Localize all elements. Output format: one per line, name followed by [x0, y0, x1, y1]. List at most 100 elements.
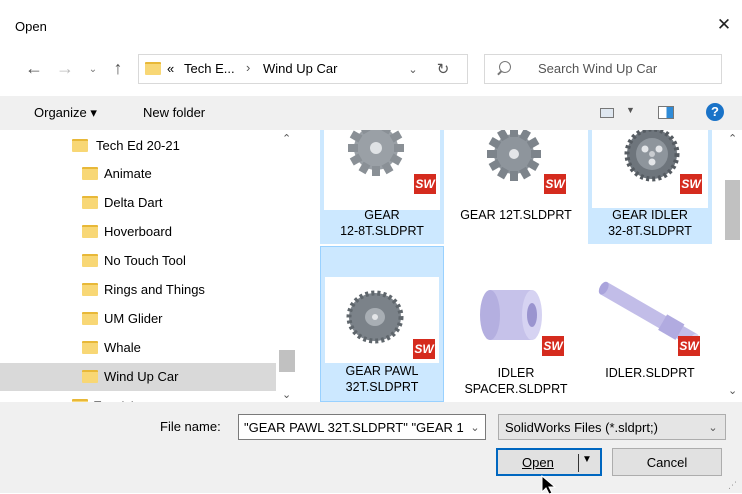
preview-pane-icon[interactable] — [658, 106, 674, 119]
tree-item-label: Animate — [104, 166, 152, 181]
file-name-line1: GEAR PAWL — [345, 364, 419, 378]
dialog-footer: File name: "GEAR PAWL 32T.SLDPRT" "GEAR … — [0, 402, 742, 494]
mouse-cursor-icon — [541, 474, 557, 494]
filename-dropdown-chevron-icon[interactable]: ⌄ — [467, 418, 483, 436]
back-arrow-icon[interactable]: ← — [22, 57, 46, 79]
file-name-line1: GEAR — [364, 208, 400, 222]
filename-label-text: File name: — [160, 419, 221, 434]
folder-icon — [82, 196, 98, 209]
scroll-up-chevron-icon[interactable]: ⌃ — [728, 132, 737, 145]
file-name-line1: IDLER.SLDPRT — [605, 366, 695, 380]
recent-locations-chevron-icon[interactable]: ⌄ — [86, 59, 100, 79]
scroll-down-chevron-icon[interactable]: ⌄ — [282, 388, 291, 401]
tree-item-label: Tutorials — [94, 392, 140, 402]
window-title: Open — [15, 19, 47, 34]
filetype-dropdown-chevron-icon[interactable]: ⌄ — [705, 418, 721, 436]
file-tile-gear-12-8t[interactable]: SW GEAR 12-8T.SLDPRT — [320, 130, 444, 244]
tree-item-label: Delta Dart — [104, 195, 163, 210]
tree-scrollbar[interactable]: ⌃ ⌄ — [279, 130, 295, 402]
open-button[interactable]: Open ▼ — [496, 448, 602, 476]
tree-item-label: Wind Up Car — [104, 369, 179, 384]
file-tile-gear-pawl-32t[interactable]: SW GEAR PAWL 32T.SLDPRT — [320, 246, 444, 402]
folder-icon — [82, 225, 98, 238]
folder-icon — [82, 167, 98, 180]
organize-button[interactable]: Organize ▾ — [34, 105, 97, 121]
gear-part-icon — [458, 130, 574, 208]
gear-part-icon — [324, 130, 440, 210]
file-name-line2: SPACER.SLDPRT — [464, 382, 568, 396]
solidworks-badge-icon: SW — [413, 339, 435, 359]
tree-item-delta-dart[interactable]: Delta Dart — [0, 189, 276, 217]
file-tile-idler-spacer[interactable]: SW IDLER SPACER.SLDPRT — [454, 276, 578, 402]
scroll-down-chevron-icon[interactable]: ⌄ — [728, 384, 737, 397]
tree-item-whale[interactable]: Whale — [0, 334, 276, 362]
address-bar[interactable]: « Tech E... › Wind Up Car ⌄ ↻ — [138, 54, 468, 84]
breadcrumb-overflow[interactable]: « — [167, 61, 174, 76]
file-tile-gear-12t[interactable]: SW GEAR 12T.SLDPRT — [454, 130, 578, 244]
gear-part-icon — [592, 130, 708, 208]
refresh-icon[interactable]: ↻ — [433, 59, 453, 79]
filetype-value: SolidWorks Files (*.sldprt;) — [505, 420, 658, 435]
filename-combobox[interactable]: "GEAR PAWL 32T.SLDPRT" "GEAR 1 ⌄ — [238, 414, 486, 440]
folder-icon — [82, 370, 98, 383]
file-name-line1: GEAR 12T.SLDPRT — [460, 208, 572, 222]
filename-label: File name: — [160, 419, 221, 434]
breadcrumb-wind-up-car[interactable]: Wind Up Car — [263, 61, 337, 76]
search-box[interactable]: Search Wind Up Car — [484, 54, 722, 84]
tree-item-label: Whale — [104, 340, 141, 355]
file-tile-idler[interactable]: SW IDLER.SLDPRT — [588, 276, 712, 402]
resize-grip-icon[interactable]: ⋰ — [728, 480, 737, 491]
filetype-select[interactable]: SolidWorks Files (*.sldprt;) ⌄ — [498, 414, 726, 440]
file-view-scrollbar[interactable]: ⌃ ⌄ — [724, 130, 741, 402]
file-name-line2: 32T.SLDPRT — [345, 380, 419, 394]
search-placeholder: Search Wind Up Car — [538, 61, 658, 76]
folder-icon — [82, 254, 98, 267]
file-view: SW GEAR 12-8T.SLDPRT SW GEAR 12T.SLDPRT — [298, 130, 742, 402]
search-icon-handle — [497, 70, 502, 76]
tree-item-label: Rings and Things — [104, 282, 205, 297]
scrollbar-thumb[interactable] — [725, 180, 740, 240]
address-dropdown-chevron-icon[interactable]: ⌄ — [405, 60, 421, 78]
solidworks-badge-icon: SW — [678, 336, 700, 356]
close-icon[interactable]: ✕ — [712, 13, 736, 37]
tree-item-tech-ed-20-21[interactable]: Tech Ed 20-21 — [0, 132, 276, 160]
tree-item-animate[interactable]: Animate — [0, 160, 276, 188]
file-name-line2: 12-8T.SLDPRT — [340, 224, 424, 238]
open-dropdown-arrow-icon[interactable]: ▼ — [582, 454, 592, 465]
change-view-icon[interactable] — [600, 108, 614, 118]
help-icon[interactable]: ? — [706, 103, 724, 121]
file-tile-gear-idler-32-8t[interactable]: SW GEAR IDLER 32-8T.SLDPRT — [588, 130, 712, 244]
tree-item-label: Hoverboard — [104, 224, 172, 239]
folder-icon — [145, 62, 161, 75]
breadcrumb-tech-ed[interactable]: Tech E... — [184, 61, 235, 76]
gear-idler-thumbnail — [624, 130, 680, 182]
tree-item-rings-and-things[interactable]: Rings and Things — [0, 276, 276, 304]
new-folder-button[interactable]: New folder — [143, 105, 205, 120]
file-name-line1: GEAR IDLER — [612, 208, 688, 222]
scroll-up-chevron-icon[interactable]: ⌃ — [282, 132, 291, 145]
view-options-chevron-icon[interactable]: ▼ — [626, 105, 635, 115]
tree-item-tutorials[interactable]: Tutorials — [0, 392, 276, 402]
cancel-button[interactable]: Cancel — [612, 448, 722, 476]
folder-icon — [82, 341, 98, 354]
solidworks-badge-icon: SW — [414, 174, 436, 194]
tree-item-hoverboard[interactable]: Hoverboard — [0, 218, 276, 246]
cancel-button-label: Cancel — [646, 454, 688, 470]
tree-item-wind-up-car[interactable]: Wind Up Car — [0, 363, 276, 391]
solidworks-badge-icon: SW — [542, 336, 564, 356]
tree-list: Tech Ed 20-21 Animate Delta Dart Hoverbo… — [0, 132, 276, 402]
up-arrow-icon[interactable]: ↑ — [106, 56, 130, 80]
solidworks-badge-icon: SW — [544, 174, 566, 194]
tree-item-label: Tech Ed 20-21 — [96, 138, 180, 153]
file-name-line2: 32-8T.SLDPRT — [608, 224, 692, 238]
navigation-pane: Tech Ed 20-21 Animate Delta Dart Hoverbo… — [0, 130, 298, 402]
forward-arrow-icon[interactable]: → — [53, 57, 77, 79]
open-split-divider — [578, 454, 579, 472]
filename-input[interactable]: "GEAR PAWL 32T.SLDPRT" "GEAR 1 — [244, 420, 466, 435]
solidworks-badge-icon: SW — [680, 174, 702, 194]
tree-item-um-glider[interactable]: UM Glider — [0, 305, 276, 333]
scrollbar-thumb[interactable] — [279, 350, 295, 372]
command-bar: Organize ▾ New folder ▼ ? — [0, 96, 742, 130]
tree-item-no-touch-tool[interactable]: No Touch Tool — [0, 247, 276, 275]
tree-item-label: No Touch Tool — [104, 253, 186, 268]
